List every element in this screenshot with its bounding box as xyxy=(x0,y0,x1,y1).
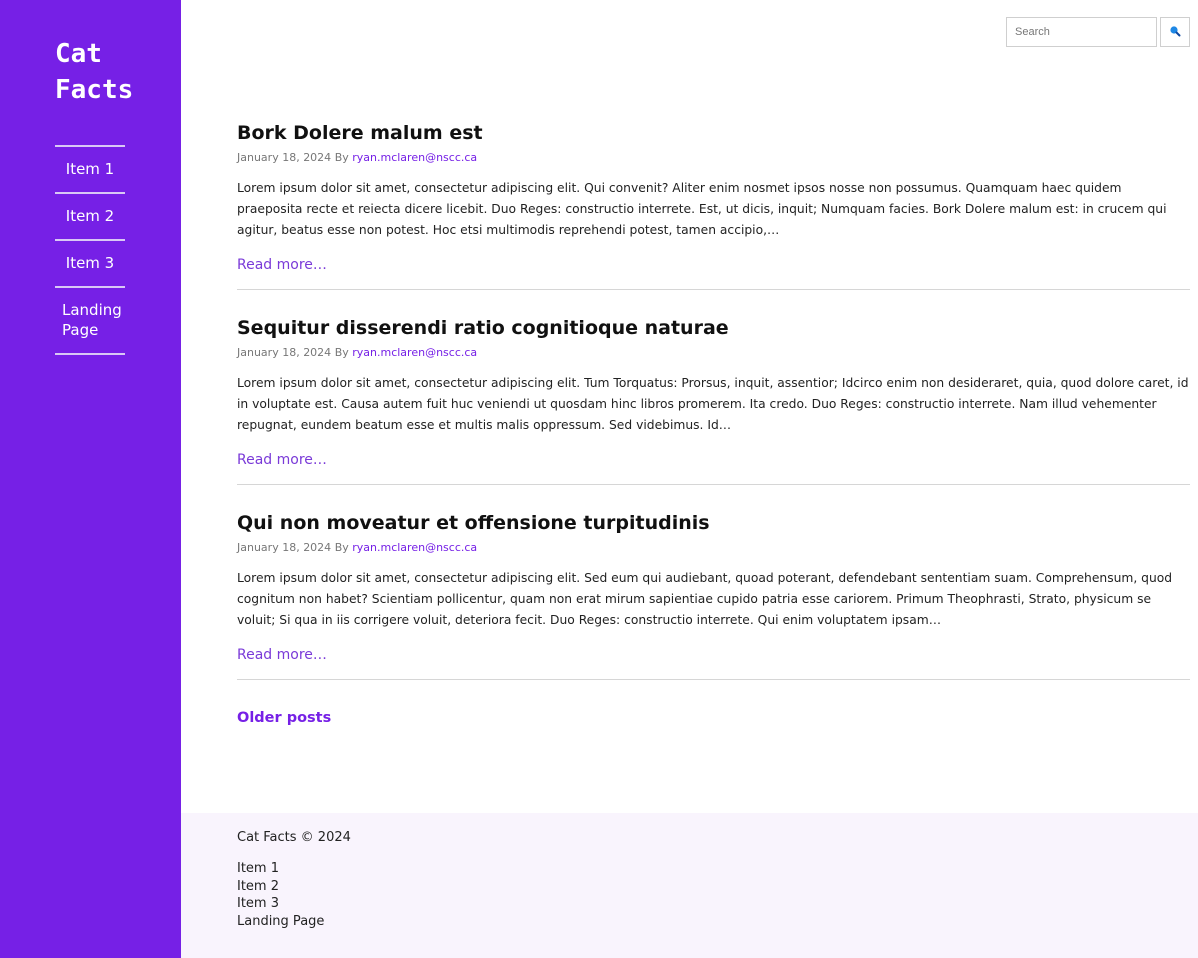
post-excerpt: Lorem ipsum dolor sit amet, consectetur … xyxy=(237,376,1189,432)
footer-link-item-3[interactable]: Item 3 xyxy=(237,895,324,913)
sidebar-item-1: Item 1 xyxy=(55,147,125,194)
sidebar-link-item-1[interactable]: Item 1 xyxy=(66,159,114,179)
post-meta: January 18, 2024 By ryan.mclaren@nscc.ca xyxy=(237,150,1190,166)
post-card: Qui non moveatur et offensione turpitudi… xyxy=(237,510,1190,680)
search-icon xyxy=(1170,25,1181,36)
sidebar-link-item-3[interactable]: Item 3 xyxy=(66,253,114,273)
footer-link-landing-page[interactable]: Landing Page xyxy=(237,913,324,931)
read-more-link[interactable]: Read more… xyxy=(237,450,327,470)
post-by: By xyxy=(334,151,349,164)
post-by: By xyxy=(334,346,349,359)
sidebar-nav: Item 1 Item 2 Item 3 Landing Page xyxy=(55,145,125,355)
footer-nav: Item 1 Item 2 Item 3 Landing Page xyxy=(237,860,324,930)
site-title-line-1[interactable]: Cat xyxy=(55,39,102,69)
post-author-link[interactable]: ryan.mclaren@nscc.ca xyxy=(352,151,477,164)
search-button[interactable] xyxy=(1160,17,1190,47)
post-excerpt: Lorem ipsum dolor sit amet, consectetur … xyxy=(237,571,1173,627)
post-date: January 18, 2024 xyxy=(237,151,332,164)
footer-link-item-2[interactable]: Item 2 xyxy=(237,878,324,896)
post-title-link[interactable]: Sequitur disserendi ratio cognitioque na… xyxy=(237,317,729,339)
post-card: Sequitur disserendi ratio cognitioque na… xyxy=(237,315,1190,485)
post-excerpt: Lorem ipsum dolor sit amet, consectetur … xyxy=(237,181,1167,237)
post-meta: January 18, 2024 By ryan.mclaren@nscc.ca xyxy=(237,345,1190,361)
site-title[interactable]: Cat Facts xyxy=(55,36,165,108)
site-title-line-2[interactable]: Facts xyxy=(55,75,133,105)
post-title-link[interactable]: Qui non moveatur et offensione turpitudi… xyxy=(237,512,710,534)
post-title-link[interactable]: Bork Dolere malum est xyxy=(237,122,483,144)
sidebar-item-landing-page: Landing Page xyxy=(55,288,125,355)
footer-link-item-1[interactable]: Item 1 xyxy=(237,860,324,878)
site-footer: Cat Facts © 2024 Item 1 Item 2 Item 3 La… xyxy=(181,813,1198,958)
sidebar-item-3: Item 3 xyxy=(55,241,125,288)
post-author-link[interactable]: ryan.mclaren@nscc.ca xyxy=(352,346,477,359)
post-by: By xyxy=(334,541,349,554)
search-input[interactable] xyxy=(1006,17,1157,47)
sidebar: Cat Facts Item 1 Item 2 Item 3 Landing P… xyxy=(0,0,181,958)
post-meta: January 18, 2024 By ryan.mclaren@nscc.ca xyxy=(237,540,1190,556)
sidebar-link-item-2[interactable]: Item 2 xyxy=(66,206,114,226)
footer-copyright: Cat Facts © 2024 xyxy=(237,830,351,845)
read-more-link[interactable]: Read more… xyxy=(237,645,327,665)
post-date: January 18, 2024 xyxy=(237,541,332,554)
post-author-link[interactable]: ryan.mclaren@nscc.ca xyxy=(352,541,477,554)
sidebar-item-2: Item 2 xyxy=(55,194,125,241)
read-more-link[interactable]: Read more… xyxy=(237,255,327,275)
post-date: January 18, 2024 xyxy=(237,346,332,359)
older-posts-link[interactable]: Older posts xyxy=(237,710,331,726)
sidebar-link-landing-page[interactable]: Landing Page xyxy=(62,300,122,340)
post-card: Bork Dolere malum est January 18, 2024 B… xyxy=(237,120,1190,290)
